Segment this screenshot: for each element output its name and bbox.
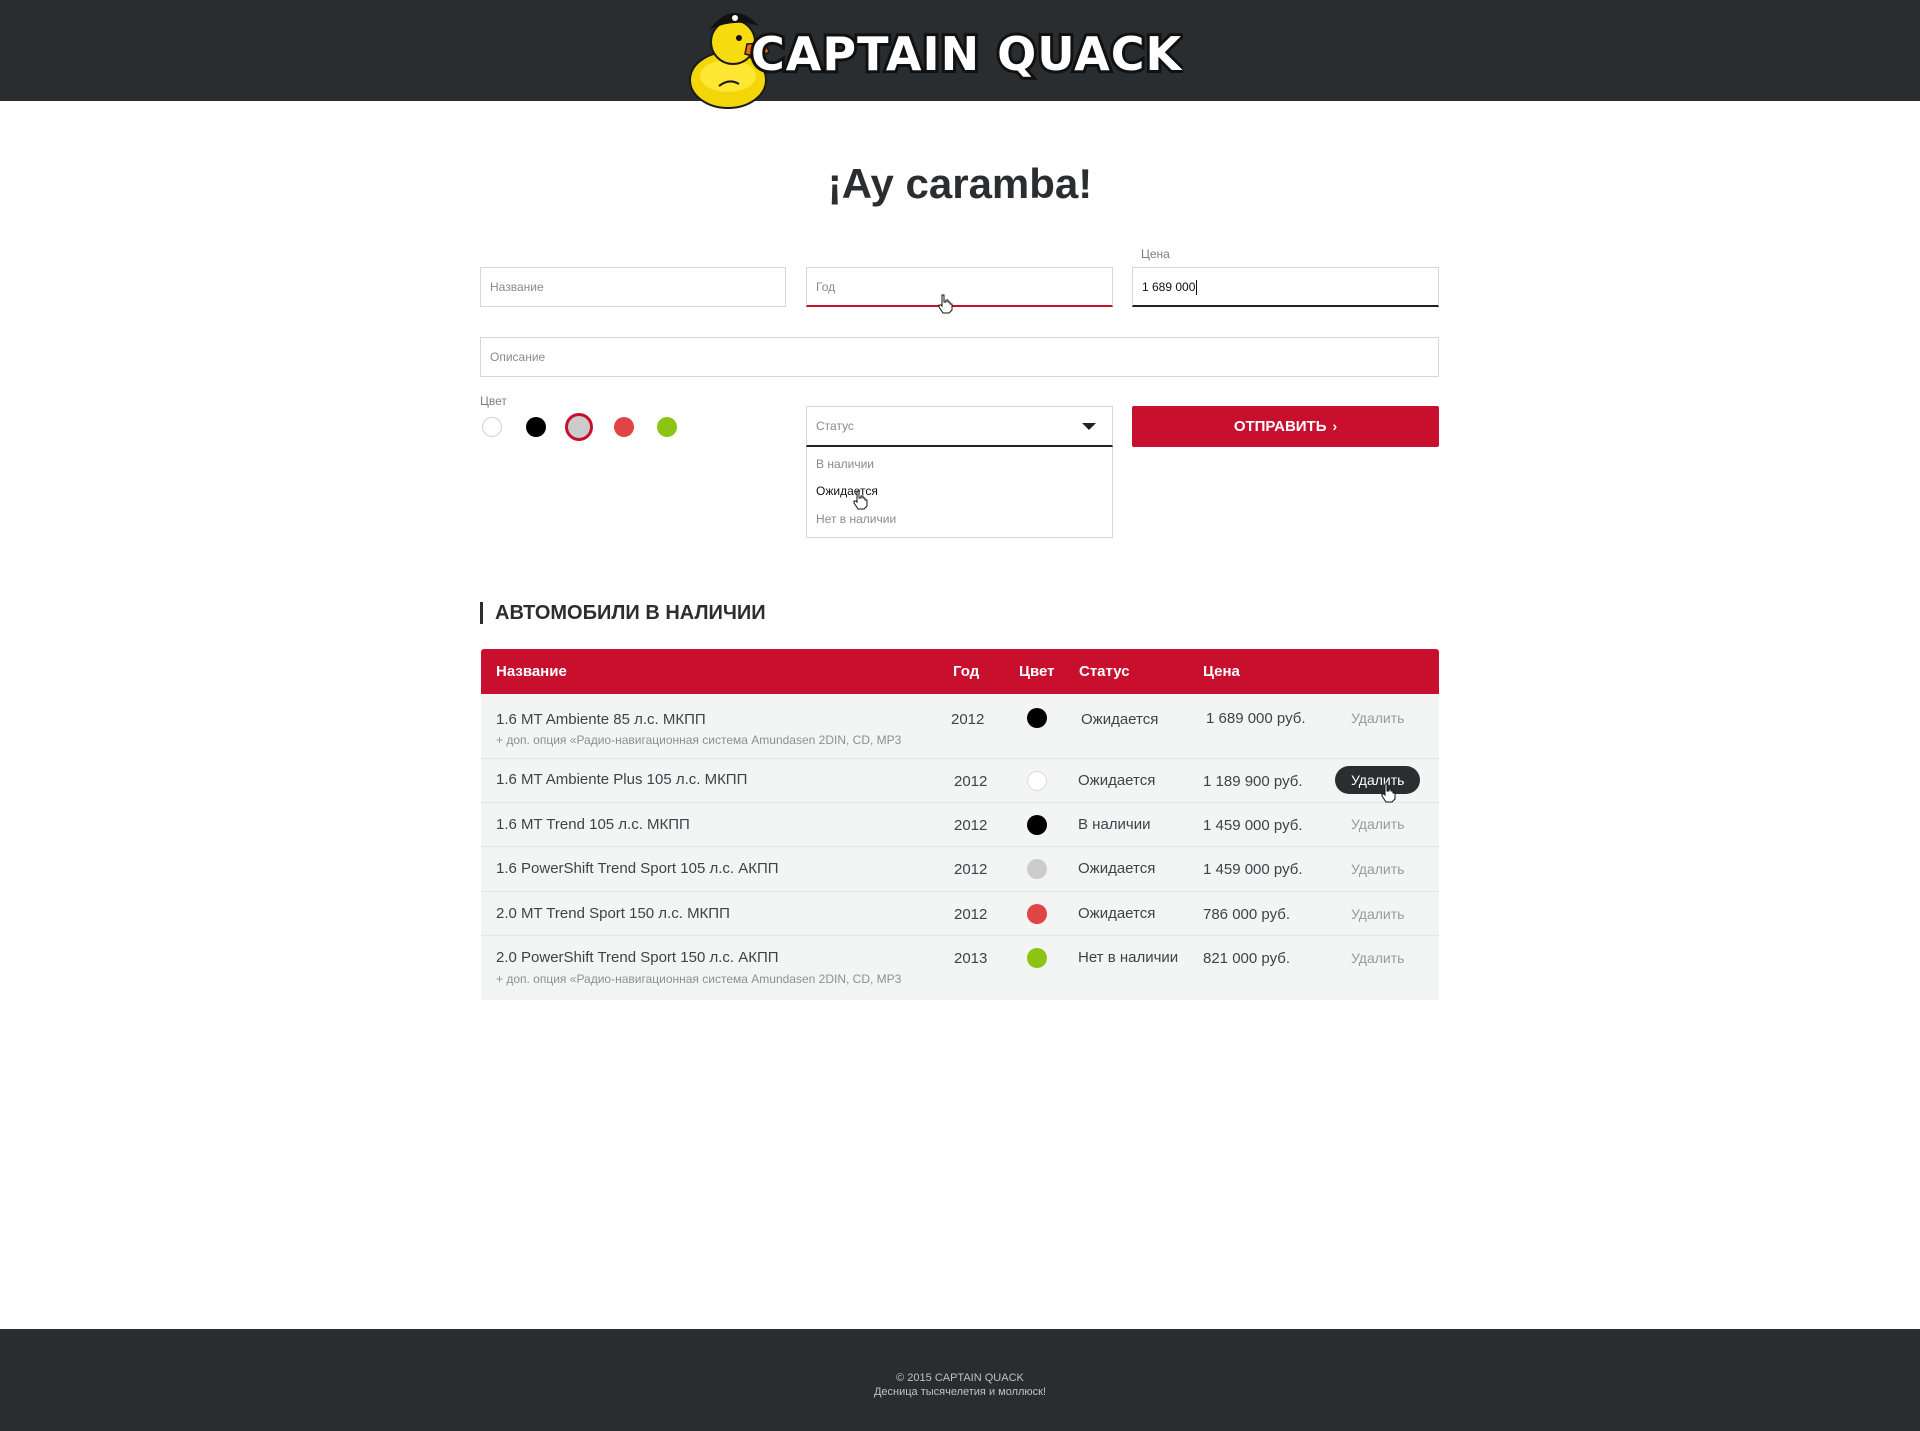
car-year: 2012 xyxy=(954,861,988,878)
car-color-dot xyxy=(1027,708,1047,728)
car-year: 2012 xyxy=(954,817,988,834)
cars-table: Название Год Цвет Статус Цена 1.6 MT Amb… xyxy=(481,649,1439,1000)
hand-cursor-icon xyxy=(938,294,953,314)
delete-button[interactable]: Удалить xyxy=(1351,710,1404,726)
col-status-header[interactable]: Статус xyxy=(1079,649,1130,694)
delete-button-hovered[interactable]: Удалить xyxy=(1335,766,1421,794)
submit-label: ОТПРАВИТЬ xyxy=(1233,418,1327,435)
color-swatch-red[interactable] xyxy=(614,417,634,437)
car-price: 1 459 000 руб. xyxy=(1203,861,1303,878)
color-label: Цвет xyxy=(480,394,507,408)
car-name: 2.0 MT Trend Sport 150 л.с. МКПП xyxy=(496,905,730,922)
delete-button[interactable]: Удалить xyxy=(1351,861,1404,877)
submit-button[interactable]: ОТПРАВИТЬ › xyxy=(1132,406,1439,447)
car-status: Ожидается xyxy=(1078,905,1156,922)
name-input[interactable]: Название xyxy=(480,267,786,307)
year-placeholder: Год xyxy=(816,280,836,294)
section-title: АВТОМОБИЛИ В НАЛИЧИИ xyxy=(480,602,766,624)
car-color-dot xyxy=(1027,904,1047,924)
car-price: 1 459 000 руб. xyxy=(1203,817,1303,834)
name-placeholder: Название xyxy=(490,280,544,294)
col-price-header[interactable]: Цена xyxy=(1203,649,1240,694)
description-placeholder: Описание xyxy=(490,350,546,364)
status-option-out-of-stock[interactable]: Нет в наличии xyxy=(816,512,896,526)
status-placeholder: Статус xyxy=(816,419,854,433)
color-swatch-silver-selected[interactable] xyxy=(565,413,593,441)
color-swatch-green[interactable] xyxy=(657,417,677,437)
hand-cursor-icon xyxy=(1381,783,1396,803)
car-price: 821 000 руб. xyxy=(1203,950,1290,967)
car-year: 2012 xyxy=(954,906,988,923)
site-header: CAPTAIN QUACK CAPTAIN QUACK xyxy=(0,0,1920,109)
table-row: 1.6 MT Trend 105 л.с. МКПП 2012 В наличи… xyxy=(481,803,1439,847)
site-footer: © 2015 CAPTAIN QUACK Десница тысячелетия… xyxy=(0,1329,1920,1431)
text-caret xyxy=(1196,280,1198,296)
car-color-dot xyxy=(1027,859,1047,879)
car-status: Ожидается xyxy=(1081,711,1159,728)
table-row: 1.6 PowerShift Trend Sport 105 л.с. АКПП… xyxy=(481,847,1439,892)
table-row: 1.6 MT Ambiente 85 л.с. МКПП + доп. опци… xyxy=(481,694,1439,759)
col-year-header[interactable]: Год xyxy=(953,649,979,694)
car-year: 2012 xyxy=(951,711,985,728)
delete-button[interactable]: Удалить xyxy=(1351,816,1404,832)
table-row: 2.0 MT Trend Sport 150 л.с. МКПП 2012 Ож… xyxy=(481,892,1439,936)
car-status: В наличии xyxy=(1078,816,1151,833)
price-input[interactable]: 1 689 000 xyxy=(1132,267,1439,307)
col-color-header[interactable]: Цвет xyxy=(1019,649,1054,694)
price-value: 1 689 000 xyxy=(1142,280,1196,294)
car-price: 1 689 000 руб. xyxy=(1206,710,1306,727)
car-price: 786 000 руб. xyxy=(1203,906,1290,923)
table-row: 2.0 PowerShift Trend Sport 150 л.с. АКПП… xyxy=(481,936,1439,1000)
car-year: 2012 xyxy=(954,773,988,790)
chevron-right-icon: › xyxy=(1332,418,1338,434)
status-option-expected[interactable]: Ожидается xyxy=(816,484,878,498)
footer-copyright: © 2015 CAPTAIN QUACK xyxy=(896,1372,1024,1384)
car-price: 1 189 900 руб. xyxy=(1203,773,1303,790)
status-select[interactable]: Статус xyxy=(806,406,1113,447)
car-option-note: + доп. опция «Радио-навигационная систем… xyxy=(496,972,902,986)
color-swatch-white[interactable] xyxy=(482,417,502,437)
hand-cursor-icon xyxy=(853,490,868,510)
car-year: 2013 xyxy=(954,950,988,967)
table-header: Название Год Цвет Статус Цена xyxy=(481,649,1439,694)
captain-quack-logo[interactable]: CAPTAIN QUACK CAPTAIN QUACK xyxy=(683,4,1183,112)
year-input[interactable]: Год xyxy=(806,267,1113,307)
car-status: Ожидается xyxy=(1078,772,1156,789)
car-status: Ожидается xyxy=(1078,860,1156,877)
car-color-dot xyxy=(1027,815,1047,835)
color-swatch-black[interactable] xyxy=(526,417,546,437)
delete-button[interactable]: Удалить xyxy=(1351,950,1404,966)
car-name: 1.6 PowerShift Trend Sport 105 л.с. АКПП xyxy=(496,860,779,877)
table-row: 1.6 MT Ambiente Plus 105 л.с. МКПП 2012 … xyxy=(481,759,1439,803)
price-label: Цена xyxy=(1141,247,1170,261)
car-name: 1.6 MT Ambiente 85 л.с. МКПП xyxy=(496,711,706,728)
description-input[interactable]: Описание xyxy=(480,337,1439,377)
status-option-in-stock[interactable]: В наличии xyxy=(816,457,874,471)
chevron-down-icon xyxy=(1082,423,1096,430)
delete-button[interactable]: Удалить xyxy=(1351,906,1404,922)
car-name: 2.0 PowerShift Trend Sport 150 л.с. АКПП xyxy=(496,949,779,966)
car-name: 1.6 MT Ambiente Plus 105 л.с. МКПП xyxy=(496,771,748,788)
car-status: Нет в наличии xyxy=(1078,949,1179,966)
logo-text: CAPTAIN QUACK xyxy=(751,27,1183,81)
car-color-dot xyxy=(1027,771,1047,791)
car-color-dot xyxy=(1027,948,1047,968)
car-name: 1.6 MT Trend 105 л.с. МКПП xyxy=(496,816,690,833)
footer-tagline: Десница тысячелетия и моллюск! xyxy=(873,1386,1047,1398)
col-name-header[interactable]: Название xyxy=(496,649,567,694)
car-option-note: + доп. опция «Радио-навигационная систем… xyxy=(496,733,902,747)
page-title: ¡Ay caramba! xyxy=(827,160,1093,207)
